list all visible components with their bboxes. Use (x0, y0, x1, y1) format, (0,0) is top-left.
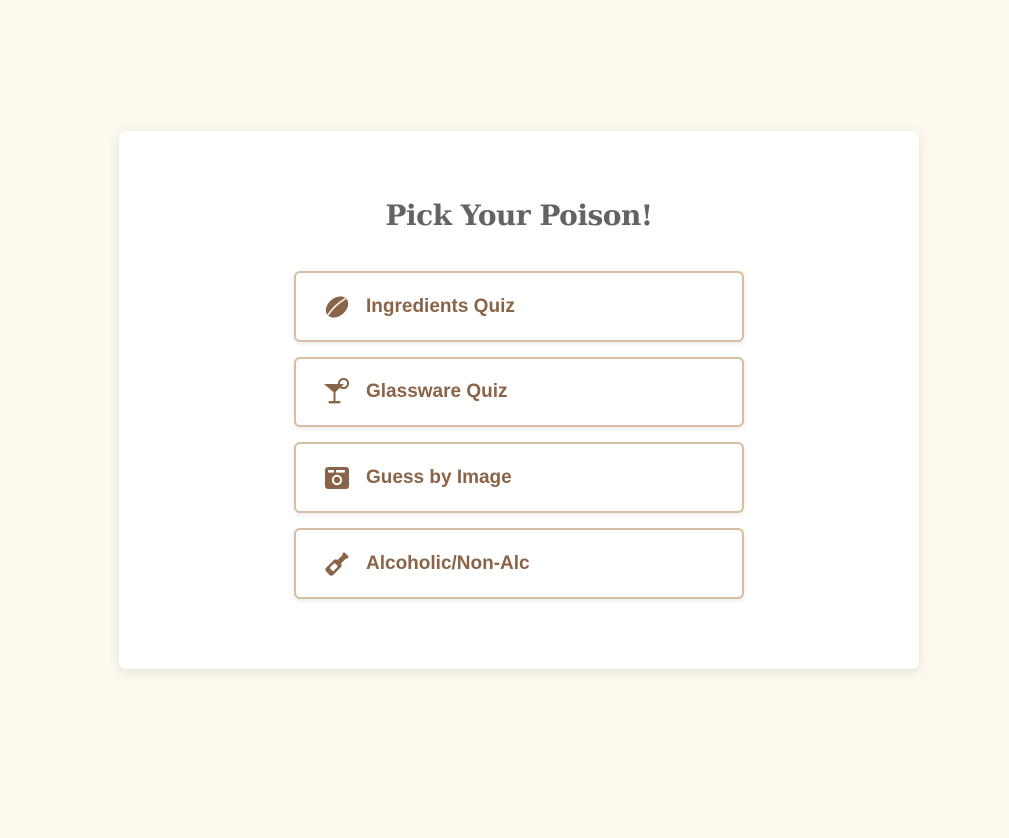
quiz-menu: Ingredients Quiz Glassware Quiz Guess by… (294, 271, 744, 614)
glassware-quiz-button[interactable]: Glassware Quiz (294, 357, 744, 427)
martini-glass-icon (322, 377, 352, 407)
quiz-selection-card: Pick Your Poison! Ingredients Quiz Glass… (119, 131, 919, 669)
guess-by-image-label: Guess by Image (366, 466, 512, 488)
page-title: Pick Your Poison! (385, 199, 653, 232)
ingredients-quiz-label: Ingredients Quiz (366, 295, 515, 317)
wine-bottle-icon (322, 549, 352, 579)
camera-icon (322, 463, 352, 493)
glassware-quiz-label: Glassware Quiz (366, 381, 508, 402)
alcoholic-non-alc-button[interactable]: Alcoholic/Non-Alc (294, 528, 744, 599)
ingredients-quiz-button[interactable]: Ingredients Quiz (294, 271, 744, 342)
lemon-icon (322, 292, 352, 322)
alcoholic-non-alc-label: Alcoholic/Non-Alc (366, 552, 530, 574)
guess-by-image-button[interactable]: Guess by Image (294, 442, 744, 513)
